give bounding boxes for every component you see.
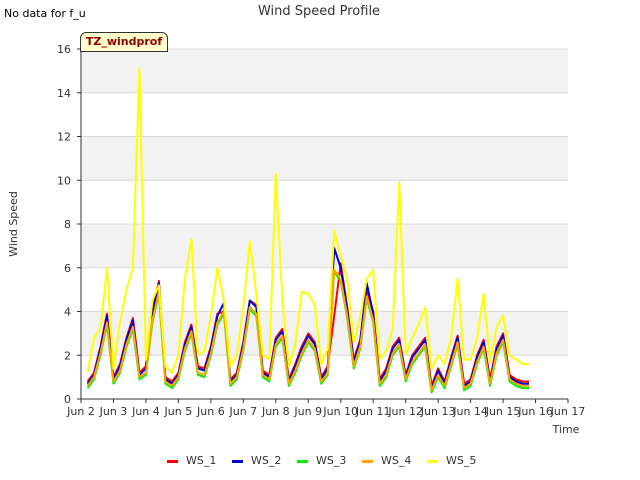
x-tick-label: Jun 8: [261, 405, 290, 418]
legend-swatch: [362, 460, 373, 463]
plot-band: [81, 224, 568, 268]
x-tick-label: Jun 15: [485, 405, 521, 418]
site-badge: TZ_windprof: [80, 32, 168, 52]
plot-band: [81, 180, 568, 224]
legend-label: WS_4: [381, 454, 412, 467]
x-tick-label: Jun 4: [131, 405, 160, 418]
legend-label: WS_1: [186, 454, 217, 467]
legend-swatch: [167, 460, 178, 463]
y-tick-label: 12: [57, 131, 71, 144]
x-tick-label: Jun 16: [517, 405, 553, 418]
chart-title: Wind Speed Profile: [258, 4, 380, 19]
x-tick-label: Jun 2: [66, 405, 95, 418]
y-tick-label: 8: [64, 218, 71, 231]
x-tick-label: Jun 14: [452, 405, 488, 418]
plot-band: [81, 92, 568, 137]
y-tick-label: 0: [64, 393, 71, 406]
x-tick-label: Jun 9: [293, 405, 322, 418]
x-tick-label: Jun 5: [164, 405, 193, 418]
y-tick-label: 16: [57, 43, 71, 56]
x-axis-label: Time: [552, 423, 580, 436]
legend-label: WS_5: [446, 454, 477, 467]
wind-speed-chart: Jun 2 Jun 3 Jun 4 Jun 5 Jun 6 Jun 7 Jun 8 Jun 9…: [7, 4, 586, 436]
y-tick-label: 14: [57, 87, 71, 100]
plot-band: [81, 49, 568, 93]
legend: WS_1 WS_2 WS_3 WS_4 WS_5: [0, 452, 640, 470]
x-tick-label: Jun 3: [99, 405, 128, 418]
x-tick-label: Jun 7: [228, 405, 257, 418]
y-tick-label: 6: [64, 262, 71, 275]
y-tick-label: 2: [64, 349, 71, 362]
plot-band: [81, 136, 568, 181]
legend-label: WS_2: [251, 454, 282, 467]
y-tick-label: 10: [57, 174, 71, 187]
legend-label: WS_3: [316, 454, 347, 467]
x-tick-label: Jun 6: [196, 405, 225, 418]
x-tick-label: Jun 12: [387, 405, 423, 418]
legend-swatch: [297, 460, 308, 463]
legend-swatch: [232, 460, 243, 463]
x-tick-label: Jun 17: [550, 405, 586, 418]
x-tick-label: Jun 11: [355, 405, 391, 418]
x-tick-label: Jun 13: [420, 405, 456, 418]
legend-swatch: [427, 460, 438, 463]
x-tick-label: Jun 10: [322, 405, 358, 418]
y-axis-label: Wind Speed: [7, 191, 20, 257]
y-tick-label: 4: [64, 306, 71, 319]
